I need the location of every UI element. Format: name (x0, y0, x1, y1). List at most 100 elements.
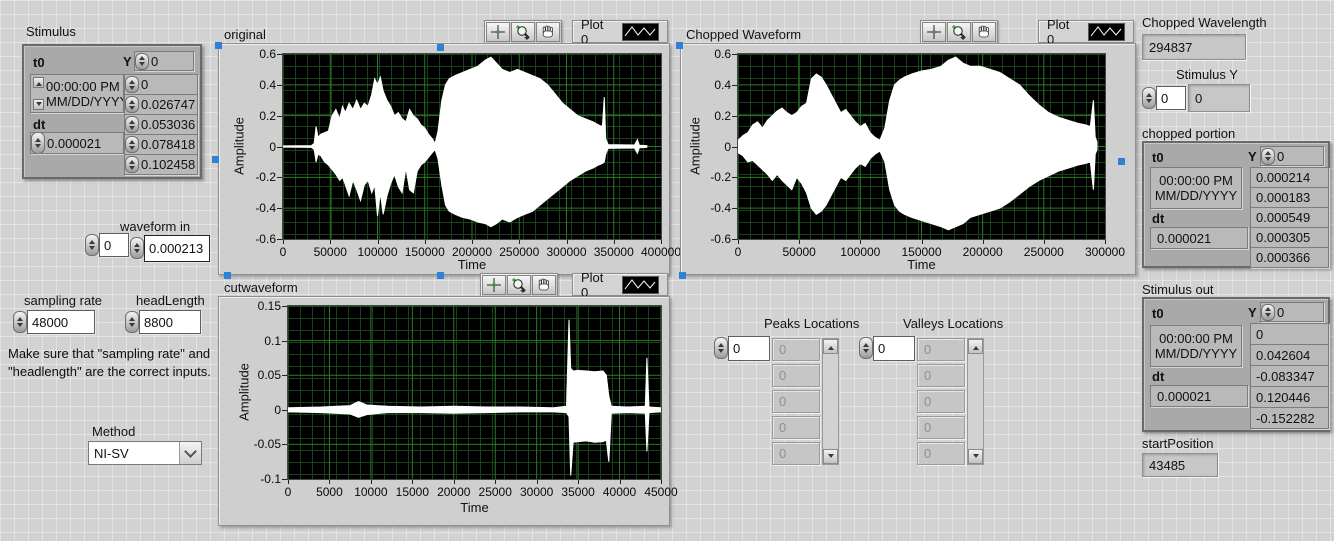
zoom-tool-button[interactable] (511, 22, 535, 42)
chopped-graph-title: Chopped Waveform (686, 27, 801, 42)
y-array-element[interactable]: 0 (124, 74, 198, 95)
valleys-index-spinner[interactable] (859, 337, 873, 359)
cutwaveform-x-ticks: 0500010000150002000025000300003500040000… (288, 480, 661, 498)
valleys-locations-label: Valleys Locations (903, 316, 1003, 331)
original-y-axis-label: Amplitude (232, 117, 247, 175)
element-spinner[interactable] (125, 96, 139, 113)
crosshair-tool-button[interactable] (482, 275, 506, 295)
waveform-in-index-value: 0 (104, 238, 111, 253)
plot-line-swatch-icon (622, 23, 659, 41)
method-label: Method (92, 424, 135, 439)
dt-spinner[interactable] (31, 132, 45, 154)
y-index-spinner[interactable] (1261, 304, 1275, 321)
chopped-plot-legend[interactable]: Plot 0 (1038, 20, 1134, 43)
y-index-field[interactable]: 0 (1260, 302, 1324, 322)
y-index-spinner[interactable] (135, 53, 149, 70)
selection-handle[interactable] (1118, 158, 1125, 165)
headlength-spinner[interactable] (125, 311, 139, 333)
selection-handle[interactable] (215, 42, 222, 49)
peaks-index-field[interactable]: 0 (728, 336, 770, 361)
original-plot-legend[interactable]: Plot 0 (572, 20, 668, 43)
dt-label: dt (1152, 369, 1164, 384)
chopped-plot-area[interactable] (738, 54, 1105, 239)
sampling-rate-spinner[interactable] (13, 311, 27, 333)
y-array-value: 0.078418 (141, 137, 195, 152)
method-dropdown-button[interactable] (179, 442, 201, 464)
peaks-scrollbar[interactable] (822, 338, 839, 465)
original-plot-area[interactable] (283, 54, 661, 239)
scroll-up-button[interactable] (968, 339, 983, 354)
y-array-value: 0 (141, 77, 148, 92)
waveform-in-index-field[interactable]: 0 (99, 233, 129, 257)
sampling-rate-label: sampling rate (24, 293, 102, 308)
valleys-index-field[interactable]: 0 (873, 336, 915, 361)
y-index-value: 0 (1277, 305, 1284, 320)
scroll-up-button[interactable] (823, 339, 838, 354)
dt-value: 0.000021 (1157, 389, 1211, 404)
cutwaveform-graph-title: cutwaveform (224, 280, 298, 295)
y-array-label: Y (123, 54, 132, 69)
crosshair-tool-button[interactable] (486, 22, 510, 42)
y-index-spinner[interactable] (1261, 148, 1275, 165)
y-array-element[interactable]: 0.053036 (124, 114, 198, 135)
waveform-in-field[interactable]: 0.000213 (144, 235, 210, 262)
pan-tool-button[interactable] (536, 22, 560, 42)
waveform-in-index-spinner[interactable] (85, 234, 99, 256)
sampling-rate-field[interactable]: 48000 (27, 310, 95, 334)
y-array-element[interactable]: 0.078418 (124, 134, 198, 155)
stimulus-y-index-field[interactable]: 0 (1156, 86, 1186, 110)
cutwaveform-plot-area[interactable] (288, 306, 661, 479)
element-spinner[interactable] (125, 136, 139, 153)
t0-spinner[interactable] (33, 77, 44, 110)
y-index-field[interactable]: 0 (134, 51, 194, 71)
y-array-cell: 0.120446 (1250, 386, 1329, 408)
t0-decrement-button[interactable] (33, 99, 44, 110)
valleys-scrollbar[interactable] (967, 338, 984, 465)
zoom-tool-button[interactable] (947, 22, 971, 42)
dt-value: 0.000021 (1157, 231, 1211, 246)
selection-handle[interactable] (437, 272, 444, 279)
element-spinner[interactable] (125, 156, 139, 173)
start-position-value: 43485 (1149, 458, 1185, 473)
dt-label: dt (33, 117, 45, 132)
peaks-array-cell: 0 (772, 442, 820, 465)
original-x-ticks: 0500001000001500002000002500003000003500… (283, 240, 661, 258)
selection-handle[interactable] (224, 272, 231, 279)
selection-handle[interactable] (212, 156, 219, 163)
element-spinner[interactable] (125, 76, 139, 93)
t0-field[interactable]: 00:00:00 PM MM/DD/YYYY (30, 74, 124, 113)
pan-tool-button[interactable] (972, 22, 996, 42)
valleys-array-cell: 0 (917, 390, 965, 413)
chopped-x-axis-label: Time (738, 257, 1105, 272)
peaks-array-cell: 0 (772, 390, 820, 413)
peaks-index-spinner[interactable] (714, 337, 728, 359)
y-index-value: 0 (151, 54, 158, 69)
y-index-field[interactable]: 0 (1260, 146, 1324, 166)
waveform-in-spinner[interactable] (130, 237, 144, 259)
zoom-tool-button[interactable] (507, 275, 531, 295)
chopped-y-ticks: 0.60.40.20-0.2-0.4-0.6 (702, 54, 738, 239)
y-array-value: 0.053036 (141, 117, 195, 132)
t0-time-value: 00:00:00 PM (1151, 173, 1241, 188)
dt-field[interactable]: 0.000021 (30, 132, 124, 154)
headlength-field[interactable]: 8800 (139, 310, 201, 334)
y-array-element[interactable]: 0.026747 (124, 94, 198, 115)
plot-line-swatch-icon (1088, 23, 1125, 41)
y-array-element[interactable]: 0.102458 (124, 154, 198, 175)
scroll-down-button[interactable] (968, 449, 983, 464)
chopped-x-ticks: 050000100000150000200000250000300000 (738, 240, 1105, 258)
stimulus-y-index-spinner[interactable] (1142, 87, 1156, 109)
method-dropdown[interactable]: NI-SV (88, 441, 202, 465)
pan-tool-button[interactable] (532, 275, 556, 295)
scroll-down-button[interactable] (823, 449, 838, 464)
cutwaveform-plot-legend[interactable]: Plot 0 (572, 273, 668, 296)
selection-handle[interactable] (437, 44, 444, 51)
valleys-array-cell: 0 (917, 338, 965, 361)
element-spinner[interactable] (125, 116, 139, 133)
selection-handle[interactable] (676, 42, 683, 49)
crosshair-tool-button[interactable] (922, 22, 946, 42)
t0-increment-button[interactable] (33, 77, 44, 88)
t0-date-value: MM/DD/YYYY (1151, 346, 1241, 361)
t0-indicator: 00:00:00 PM MM/DD/YYYY (1150, 167, 1242, 209)
selection-handle[interactable] (679, 272, 686, 279)
